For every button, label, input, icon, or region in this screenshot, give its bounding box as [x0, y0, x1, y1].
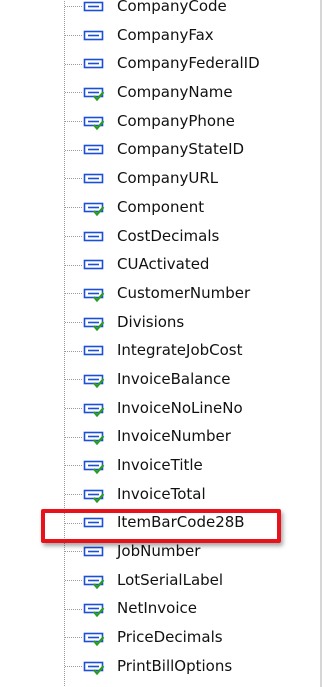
tree-item-label: CostDecimals	[117, 226, 220, 245]
tree-connector	[65, 666, 82, 668]
tree-connector	[65, 207, 82, 209]
tree-connector	[65, 293, 82, 295]
tree-item[interactable]: CUActivated	[0, 250, 300, 279]
tree-item[interactable]: IntegrateJobCost	[0, 336, 300, 365]
tree-item[interactable]: PriceDecimals	[0, 623, 300, 652]
field-icon	[83, 546, 105, 558]
tree-item[interactable]: CostDecimals	[0, 222, 300, 251]
tree-connector	[65, 149, 82, 151]
tree-item-label: CompanyStateID	[117, 140, 245, 159]
tree-item[interactable]: InvoiceBalance	[0, 365, 300, 394]
tree-connector	[65, 35, 82, 37]
tree-item-label: PriceDecimals	[117, 628, 223, 647]
field-check-icon	[83, 288, 105, 302]
tree-connector	[65, 436, 82, 438]
tree-item-label: IntegrateJobCost	[117, 341, 243, 360]
tree-connector	[65, 551, 82, 553]
tree-connector	[65, 637, 82, 639]
tree-item[interactable]: PrintBillOptions	[0, 652, 300, 681]
tree-connector	[65, 264, 82, 266]
field-check-icon	[83, 116, 105, 130]
tree-connector	[65, 465, 82, 467]
tree-connector	[65, 494, 82, 496]
field-check-icon	[83, 460, 105, 474]
tree-connector	[65, 92, 82, 94]
tree-item-label: CompanyName	[117, 83, 233, 102]
tree-item-label: LotSerialLabel	[117, 570, 224, 589]
tree-item[interactable]: CompanyPhone	[0, 107, 300, 136]
field-check-icon	[83, 202, 105, 216]
field-check-icon	[83, 374, 105, 388]
tree-connector	[65, 235, 82, 237]
tree-item[interactable]: CompanyFederalID	[0, 49, 300, 78]
field-icon	[83, 1, 105, 13]
tree-connector	[65, 178, 82, 180]
tree-item-label: InvoiceTotal	[117, 484, 206, 503]
field-tree: CompanyCode CompanyFax CompanyFederalID …	[0, 0, 300, 681]
field-icon	[83, 173, 105, 185]
tree-item[interactable]: InvoiceTitle	[0, 451, 300, 480]
tree-item[interactable]: CompanyFax	[0, 21, 300, 50]
tree-item-label: CompanyFederalID	[117, 54, 260, 73]
field-icon	[83, 231, 105, 243]
tree-item[interactable]: InvoiceNoLineNo	[0, 394, 300, 423]
field-icon	[83, 517, 105, 529]
tree-item-label: InvoiceNoLineNo	[117, 398, 243, 417]
field-icon	[83, 345, 105, 357]
tree-item[interactable]: JobNumber	[0, 537, 300, 566]
tree-item-label: NetInvoice	[117, 599, 197, 618]
tree-connector	[65, 321, 82, 323]
tree-connector	[65, 407, 82, 409]
tree-connector	[65, 379, 82, 381]
field-check-icon	[83, 317, 105, 331]
tree-item-label: JobNumber	[117, 542, 201, 561]
field-tree-panel: CompanyCode CompanyFax CompanyFederalID …	[0, 0, 322, 687]
tree-item[interactable]: CompanyURL	[0, 164, 300, 193]
tree-item-label: InvoiceTitle	[117, 456, 203, 474]
tree-item[interactable]: CompanyName	[0, 78, 300, 107]
field-check-icon	[83, 403, 105, 417]
tree-item-label: Divisions	[117, 312, 185, 331]
tree-item[interactable]: Component	[0, 193, 300, 222]
tree-connector	[65, 608, 82, 610]
tree-item-label: CompanyURL	[117, 169, 219, 188]
tree-item[interactable]: CompanyCode	[0, 0, 300, 21]
field-icon	[83, 259, 105, 271]
tree-connector	[65, 580, 82, 582]
field-icon	[83, 30, 105, 42]
field-check-icon	[83, 661, 105, 675]
tree-item-label: ItemBarCode28B	[117, 513, 245, 532]
tree-connector	[65, 121, 82, 123]
field-check-icon	[83, 632, 105, 647]
tree-connector	[65, 6, 82, 8]
tree-item-label: Component	[117, 197, 205, 216]
field-check-icon	[83, 431, 105, 446]
field-check-icon	[83, 489, 105, 503]
tree-item-label: PrintBillOptions	[117, 656, 233, 675]
tree-item[interactable]: CompanyStateID	[0, 135, 300, 164]
tree-item[interactable]: ItemBarCode28B	[0, 508, 300, 537]
field-icon	[83, 144, 105, 156]
tree-item[interactable]: CustomerNumber	[0, 279, 300, 308]
tree-item-label: CompanyPhone	[117, 111, 235, 130]
tree-connector	[65, 522, 82, 524]
tree-item-label: InvoiceBalance	[117, 369, 231, 388]
tree-item-label: CompanyFax	[117, 25, 214, 44]
field-check-icon	[83, 575, 105, 589]
field-icon	[83, 58, 105, 70]
tree-item[interactable]: Divisions	[0, 308, 300, 337]
tree-item-label: CustomerNumber	[117, 283, 251, 302]
tree-item-label: CUActivated	[117, 255, 210, 274]
field-check-icon	[83, 603, 105, 618]
field-check-icon	[83, 87, 105, 102]
tree-item-label: InvoiceNumber	[117, 427, 231, 446]
tree-connector	[65, 350, 82, 352]
tree-item[interactable]: InvoiceTotal	[0, 480, 300, 509]
tree-item[interactable]: InvoiceNumber	[0, 422, 300, 451]
tree-item-label: CompanyCode	[117, 0, 227, 15]
tree-item[interactable]: LotSerialLabel	[0, 566, 300, 595]
tree-item[interactable]: NetInvoice	[0, 594, 300, 623]
tree-connector	[65, 63, 82, 65]
